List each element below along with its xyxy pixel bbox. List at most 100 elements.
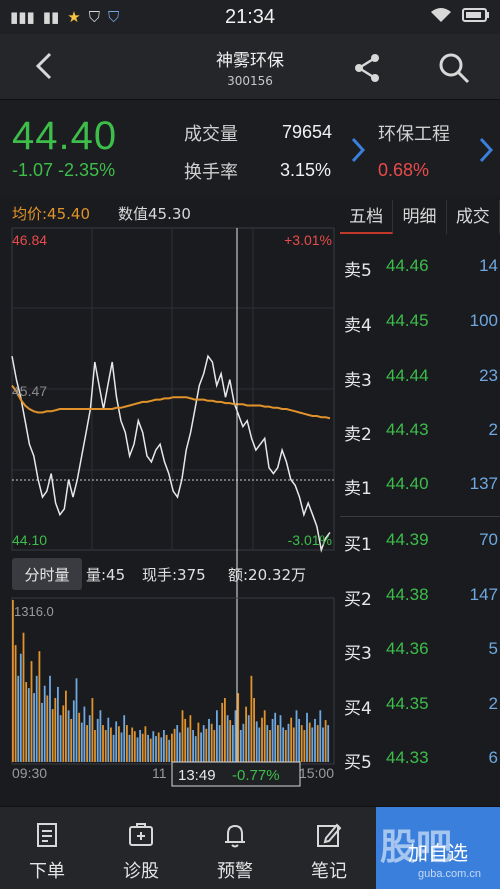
nav-notes[interactable]: 笔记 — [282, 807, 376, 889]
price-max-label: 46.84 — [12, 232, 47, 248]
volume-bar — [112, 734, 115, 762]
volume-bar — [78, 712, 81, 762]
volume-bar — [80, 722, 83, 762]
volume-bar — [178, 732, 181, 762]
order-volume: 23 — [479, 366, 498, 385]
nav-alert[interactable]: 预警 — [188, 807, 282, 889]
value-label: 数值45.30 — [118, 205, 191, 223]
volume-bar — [136, 737, 139, 762]
order-book-row: 买4 44.35 2 — [340, 694, 500, 724]
volume-bar — [231, 725, 234, 762]
pct-max-label: +3.01% — [284, 232, 332, 248]
order-volume: 2 — [488, 420, 498, 439]
search-button[interactable] — [437, 51, 471, 85]
volume-bar — [202, 725, 205, 762]
order-side-label: 买2 — [344, 590, 372, 610]
volume-bar — [51, 709, 54, 762]
star-app-icon: ★ — [67, 8, 81, 26]
intraday-chart[interactable]: 均价:45.40 数值45.30 46.84 +3.01% 45.47 44.1… — [0, 196, 340, 806]
order-side-label: 卖4 — [344, 316, 372, 336]
note-icon — [317, 823, 342, 847]
search-icon — [439, 53, 470, 84]
volume-bar — [152, 731, 155, 762]
order-volume: 137 — [469, 474, 498, 493]
volume-bar — [269, 730, 271, 762]
nav-diagnose[interactable]: 诊股 — [94, 807, 188, 889]
volume-bar — [57, 686, 59, 762]
order-price: 44.35 — [386, 694, 429, 713]
cursor-pct: -0.77% — [232, 767, 280, 784]
intraday-chart-area[interactable]: 均价:45.40 数值45.30 46.84 +3.01% 45.47 44.1… — [0, 196, 340, 806]
sector-change: 0.68% — [378, 160, 430, 180]
watermark-logo: 股吧 — [380, 827, 453, 868]
order-price: 44.38 — [386, 585, 429, 604]
time-mid-label: 11 — [152, 765, 167, 781]
volume-bar — [213, 730, 216, 762]
order-book-row: 买2 44.38 147 — [340, 585, 500, 615]
volume-bar — [173, 728, 176, 762]
volume-bar — [19, 653, 22, 762]
volume-bar — [123, 715, 126, 762]
order-side-label: 买4 — [344, 699, 372, 719]
order-book-row: 买3 44.36 5 — [340, 639, 500, 669]
mode-toggle-label[interactable]: 分时量 — [24, 566, 69, 584]
volume-bar — [274, 712, 277, 762]
volume-bar — [131, 727, 134, 762]
stock-code: 300156 — [227, 74, 273, 88]
order-book-divider — [340, 516, 500, 517]
volume-bar — [133, 731, 136, 762]
volume-bar — [141, 733, 144, 762]
volume-bar — [104, 730, 107, 762]
volume-bar — [91, 698, 94, 762]
volume-bar — [184, 718, 187, 762]
volume-bar — [72, 700, 75, 762]
volume-bar — [70, 718, 73, 762]
security-app-icon: ⛉ — [108, 8, 120, 26]
details-arrow-button[interactable] — [350, 136, 366, 164]
volume-bar — [234, 710, 237, 762]
stock-name: 神雾环保 — [216, 51, 284, 71]
order-price: 44.33 — [386, 748, 429, 767]
avg-price-series-line — [11, 384, 331, 420]
order-price: 44.46 — [386, 256, 429, 275]
volume-bar — [120, 732, 123, 762]
order-volume: 2 — [488, 694, 498, 713]
order-book-row: 卖1 44.40 137 — [340, 474, 500, 504]
time-end-label: 15:00 — [299, 765, 334, 781]
volume-bar — [194, 736, 197, 762]
volume-bar — [216, 710, 218, 762]
order-book-row: 买1 44.39 70 — [340, 530, 500, 560]
order-book-tabs: 五档 明细 成交 — [340, 200, 500, 234]
tab-trades[interactable]: 成交 — [447, 200, 500, 234]
volume-bar — [186, 727, 189, 762]
nav-order[interactable]: 下单 — [0, 807, 94, 889]
volume-bar — [284, 730, 287, 762]
wifi-icon — [430, 7, 452, 27]
amount-text: 额:20.32万 — [228, 566, 306, 584]
volume-value: 79654 — [282, 122, 333, 142]
volume-bar — [62, 705, 65, 762]
sector-arrow-button[interactable] — [478, 136, 494, 164]
nav-order-label: 下单 — [29, 861, 65, 882]
tab-details[interactable]: 明细 — [393, 200, 447, 234]
volume-bar — [144, 726, 147, 762]
chevron-right-icon — [351, 137, 366, 163]
volume-bar — [282, 727, 285, 762]
volume-bar — [266, 725, 269, 762]
volume-bar — [242, 723, 245, 762]
volume-bar — [59, 715, 62, 762]
diagnose-icon — [129, 823, 153, 846]
tab-level5[interactable]: 五档 — [340, 200, 394, 234]
volume-bar — [218, 725, 221, 762]
status-bar: ▮▮▮ ▮▮ ★ ⛉ ⛉ 21:34 — [0, 0, 500, 34]
volume-bar — [181, 710, 184, 762]
order-price: 44.43 — [386, 420, 429, 439]
volume-bar — [226, 715, 229, 762]
share-button[interactable] — [350, 51, 384, 85]
turnover-value: 3.15% — [280, 160, 332, 180]
order-volume: 100 — [469, 311, 498, 330]
volume-bar — [247, 715, 250, 762]
volume-bar — [30, 661, 33, 762]
sector-name[interactable]: 环保工程 — [378, 120, 450, 146]
volume-bar — [237, 693, 240, 762]
